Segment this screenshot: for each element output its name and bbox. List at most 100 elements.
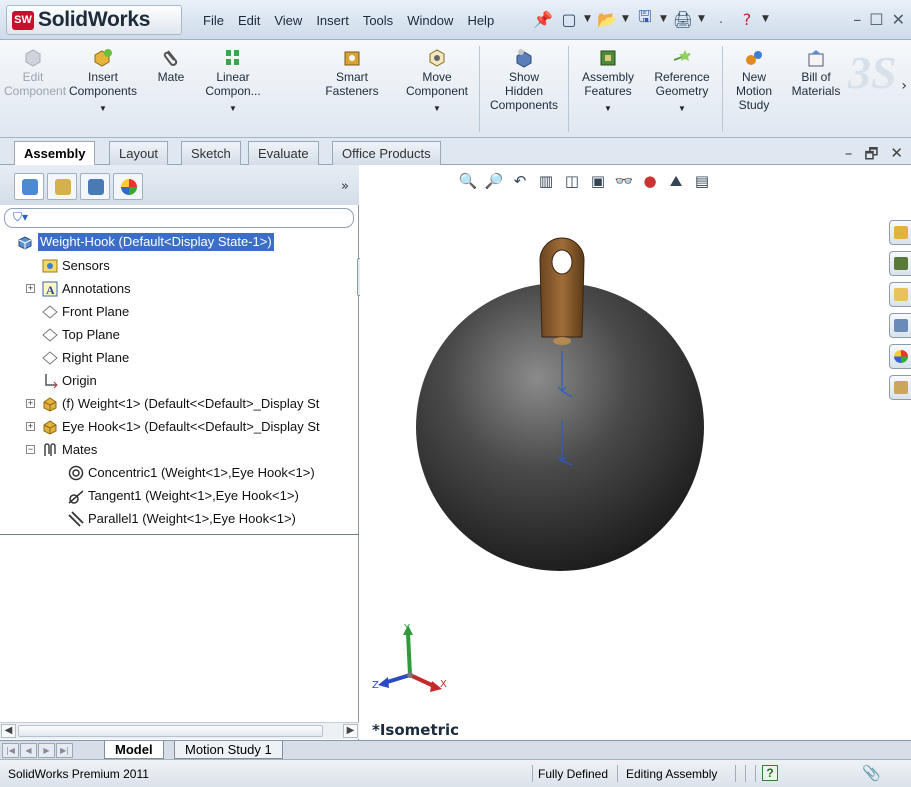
- tree-item-concentric-mate[interactable]: Concentric1 (Weight<1>,Eye Hook<1>): [0, 461, 359, 484]
- task-pane-custom-properties-tab[interactable]: [889, 375, 911, 400]
- display-manager-tab[interactable]: [113, 173, 143, 200]
- edit-component-label: Edit Component: [4, 70, 67, 98]
- chevron-down-icon[interactable]: ▼: [198, 102, 268, 116]
- first-tab-icon[interactable]: |◀: [2, 743, 19, 758]
- show-hidden-components-button[interactable]: Show Hidden Components: [484, 48, 564, 112]
- print-icon[interactable]: 🖨: [672, 8, 694, 30]
- chevron-down-icon[interactable]: ▼: [584, 14, 592, 24]
- tree-filter-input[interactable]: ⛉▾: [4, 208, 354, 228]
- tree-item-tangent-mate[interactable]: Tangent1 (Weight<1>,Eye Hook<1>): [0, 484, 359, 507]
- task-pane-appearances-tab[interactable]: [889, 344, 911, 369]
- task-pane-design-library-tab[interactable]: [889, 251, 911, 276]
- tree-item-weight-component[interactable]: + (f) Weight<1> (Default<<Default>_Displ…: [0, 392, 359, 415]
- chevron-down-icon[interactable]: ▼: [698, 14, 706, 24]
- tree-item-front-plane[interactable]: Front Plane: [0, 300, 359, 323]
- save-icon[interactable]: 🖫: [634, 7, 656, 30]
- tree-item-sensors[interactable]: Sensors: [0, 254, 359, 277]
- quick-access-toolbar: 📌 ▢ ▼ 📂 ▼ 🖫 ▼ 🖨 ▼ . ? ▼: [532, 7, 770, 30]
- tab-sketch[interactable]: Sketch: [181, 141, 241, 165]
- menu-view[interactable]: View: [267, 13, 309, 28]
- edit-component-button[interactable]: Edit Component: [4, 48, 66, 98]
- chevron-down-icon[interactable]: ▼: [62, 102, 144, 116]
- linear-component-pattern-button[interactable]: Linear Compon... ▼: [198, 48, 268, 116]
- tree-item-label: Top Plane: [62, 327, 120, 342]
- prev-tab-icon[interactable]: ◀: [20, 743, 37, 758]
- view-palette-icon: [894, 319, 908, 332]
- scroll-thumb[interactable]: [18, 725, 323, 737]
- paperclip-icon: [163, 50, 178, 66]
- tree-item-label: Front Plane: [62, 304, 130, 319]
- status-rebuild-paperclip-icon[interactable]: 📎: [862, 764, 881, 782]
- configuration-manager-tab[interactable]: [80, 173, 110, 200]
- chevron-down-icon[interactable]: ▼: [398, 102, 476, 116]
- menu-tools[interactable]: Tools: [356, 13, 400, 28]
- horizontal-scrollbar[interactable]: ◀ ▶: [0, 722, 359, 739]
- assembly-features-button[interactable]: Assembly Features ▼: [572, 48, 644, 116]
- menu-window[interactable]: Window: [400, 13, 460, 28]
- ribbon-overflow-chevron-icon[interactable]: ›: [901, 78, 907, 94]
- new-document-icon[interactable]: ▢: [558, 8, 580, 30]
- smart-fasteners-button[interactable]: Smart Fasteners: [322, 48, 382, 98]
- pushpin-icon[interactable]: 📌: [532, 8, 554, 30]
- minimize-icon[interactable]: –: [853, 10, 861, 29]
- bill-of-materials-button[interactable]: Bill of Materials: [784, 48, 848, 98]
- close-icon[interactable]: ✕: [892, 10, 905, 29]
- filter-funnel-icon[interactable]: ⛉▾: [13, 210, 28, 225]
- chevron-down-icon[interactable]: ▼: [660, 14, 668, 24]
- double-chevron-right-icon[interactable]: »: [341, 179, 349, 194]
- more-icon[interactable]: .: [710, 8, 732, 30]
- menu-edit[interactable]: Edit: [231, 13, 267, 28]
- tree-item-parallel-mate[interactable]: Parallel1 (Weight<1>,Eye Hook<1>): [0, 507, 359, 530]
- scroll-right-icon[interactable]: ▶: [343, 724, 358, 738]
- expand-plus-icon[interactable]: +: [26, 399, 35, 408]
- tab-office-products[interactable]: Office Products: [332, 141, 441, 165]
- tab-layout[interactable]: Layout: [109, 141, 169, 165]
- tree-item-top-plane[interactable]: Top Plane: [0, 323, 359, 346]
- menu-insert[interactable]: Insert: [309, 13, 356, 28]
- appearances-icon: [894, 350, 908, 363]
- tab-evaluate[interactable]: Evaluate: [248, 141, 319, 165]
- scroll-left-icon[interactable]: ◀: [1, 724, 16, 738]
- maximize-icon[interactable]: ☐: [869, 10, 883, 29]
- move-component-button[interactable]: Move Component ▼: [398, 48, 476, 116]
- tree-root-assembly[interactable]: Weight-Hook (Default<Display State-1>): [0, 231, 359, 254]
- tree-item-origin[interactable]: Origin: [0, 369, 359, 392]
- tree-root-label: Weight-Hook (Default<Display State-1>): [38, 233, 274, 251]
- task-pane-view-palette-tab[interactable]: [889, 313, 911, 338]
- task-pane-file-explorer-tab[interactable]: [889, 282, 911, 307]
- mate-button[interactable]: Mate: [146, 48, 196, 84]
- last-tab-icon[interactable]: ▶|: [56, 743, 73, 758]
- task-pane-home-tab[interactable]: [889, 220, 911, 245]
- status-product: SolidWorks Premium 2011: [8, 767, 149, 781]
- chevron-down-icon[interactable]: ▼: [572, 102, 644, 116]
- open-folder-icon[interactable]: 📂: [596, 8, 618, 30]
- graphics-area[interactable]: 🔍 🔎 ↶ ▥ ◫ ▣ 👓 ● ⛰ ▤ Y X Z *Isometric: [360, 165, 911, 740]
- feature-manager-tab[interactable]: [14, 173, 44, 200]
- tree-item-mates[interactable]: − Mates: [0, 438, 359, 461]
- help-icon[interactable]: ?: [736, 8, 758, 30]
- chevron-down-icon[interactable]: ▼: [646, 102, 718, 116]
- menu-help[interactable]: Help: [460, 13, 501, 28]
- eye-hook-part[interactable]: [539, 237, 585, 345]
- tree-item-right-plane[interactable]: Right Plane: [0, 346, 359, 369]
- part-component-icon: [43, 397, 57, 412]
- chevron-down-icon[interactable]: ▼: [622, 14, 630, 24]
- tab-model[interactable]: Model: [104, 741, 164, 759]
- tab-assembly[interactable]: Assembly: [14, 141, 96, 166]
- expand-plus-icon[interactable]: +: [26, 422, 35, 431]
- tree-item-eye-hook-component[interactable]: + Eye Hook<1> (Default<<Default>_Display…: [0, 415, 359, 438]
- new-motion-study-button[interactable]: New Motion Study: [726, 48, 782, 112]
- menu-file[interactable]: File: [196, 13, 231, 28]
- collapse-minus-icon[interactable]: −: [26, 445, 35, 454]
- reference-geometry-button[interactable]: Reference Geometry ▼: [646, 48, 718, 116]
- expand-plus-icon[interactable]: +: [26, 284, 35, 293]
- tab-motion-study-1[interactable]: Motion Study 1: [174, 741, 283, 759]
- chevron-down-icon[interactable]: ▼: [762, 14, 770, 24]
- tree-item-annotations[interactable]: + A Annotations: [0, 277, 359, 300]
- property-manager-tab[interactable]: [47, 173, 77, 200]
- next-tab-icon[interactable]: ▶: [38, 743, 55, 758]
- solidworks-logo-button[interactable]: SW SolidWorks: [6, 5, 182, 35]
- insert-components-button[interactable]: Insert Components ▼: [62, 48, 144, 116]
- model-view-canvas: [378, 237, 704, 692]
- status-help-button[interactable]: ?: [762, 765, 778, 781]
